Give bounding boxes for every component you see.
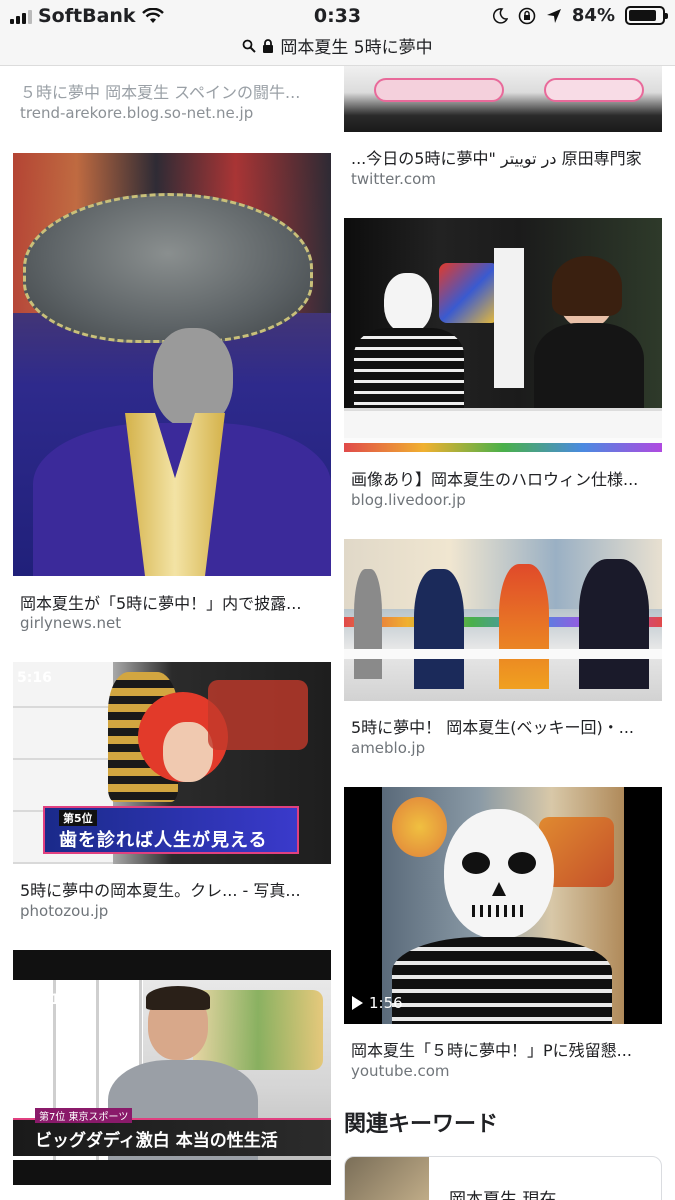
search-icon — [242, 39, 257, 53]
result-title[interactable]: 画像あり】岡本夏生のハロウィン仕様... — [351, 466, 661, 490]
duration-label: 1:56 — [369, 994, 403, 1012]
moon-icon — [492, 7, 508, 24]
overlay-rank: 第7位 東京スポーツ — [35, 1108, 133, 1123]
result-title[interactable]: ...今日の5時に夢中" در توییتر 原田専門家 — [351, 145, 661, 169]
related-keywords-heading: 関連キーワード — [344, 1112, 499, 1137]
result-title[interactable]: 岡本夏生「５時に夢中！」Pに残留懇... — [351, 1037, 661, 1061]
result-image[interactable]: 第5位 歯を診れば人生が見える 5:16 — [13, 662, 331, 864]
result-title[interactable]: ５時に夢中 岡本夏生 スペインの闘牛... — [20, 79, 320, 103]
status-right: 84% — [492, 5, 668, 26]
overlay-rank: 第5位 — [59, 810, 97, 826]
result-title[interactable]: 5時に夢中の岡本夏生。クレ... - 写真... — [20, 877, 320, 901]
overlay-time: 5:16 — [17, 670, 52, 686]
address-bar[interactable]: 岡本夏生 5時に夢中 — [0, 33, 675, 58]
video-thumbnail[interactable]: 1:56 — [344, 787, 662, 1024]
video-duration: 1:56 — [352, 994, 403, 1012]
related-keyword-thumbnail — [345, 1157, 429, 1200]
result-source: youtube.com — [351, 1062, 450, 1080]
result-image[interactable] — [13, 153, 331, 576]
result-source: trend-arekore.blog.so-net.ne.jp — [20, 104, 254, 122]
result-title[interactable]: 岡本夏生が「5時に夢中！」内で披露... — [20, 590, 320, 614]
battery-icon — [625, 6, 668, 25]
result-image[interactable] — [344, 66, 662, 132]
related-keyword-label: 岡本夏生 現在 — [449, 1190, 557, 1200]
location-arrow-icon — [546, 8, 561, 23]
result-image[interactable] — [344, 539, 662, 701]
lock-icon — [263, 38, 274, 53]
battery-percent: 84% — [571, 5, 615, 26]
result-source: twitter.com — [351, 170, 436, 188]
related-keyword-card[interactable]: 岡本夏生 現在 — [344, 1156, 662, 1200]
result-image[interactable]: 第7位 東京スポーツ ビッグダディ激白 本当の性生活 5:13 — [13, 950, 331, 1185]
address-text: 岡本夏生 5時に夢中 — [280, 38, 433, 58]
overlay-caption: 歯を診れば人生が見える — [59, 830, 268, 851]
result-source: ameblo.jp — [351, 739, 426, 757]
overlay-time: 5:13 — [35, 992, 70, 1008]
result-image[interactable] — [344, 218, 662, 452]
result-source: girlynews.net — [20, 614, 122, 632]
result-source: photozou.jp — [20, 902, 109, 920]
overlay-caption: ビッグダディ激白 本当の性生活 — [35, 1131, 278, 1151]
play-icon — [352, 996, 363, 1010]
result-source: blog.livedoor.jp — [351, 491, 466, 509]
result-title[interactable]: 5時に夢中！ 岡本夏生(ベッキー回)・... — [351, 714, 661, 738]
rotation-lock-icon — [518, 7, 536, 24]
browser-top-bar: SoftBank 0:33 84% 岡本夏生 5時に夢中 — [0, 0, 675, 66]
